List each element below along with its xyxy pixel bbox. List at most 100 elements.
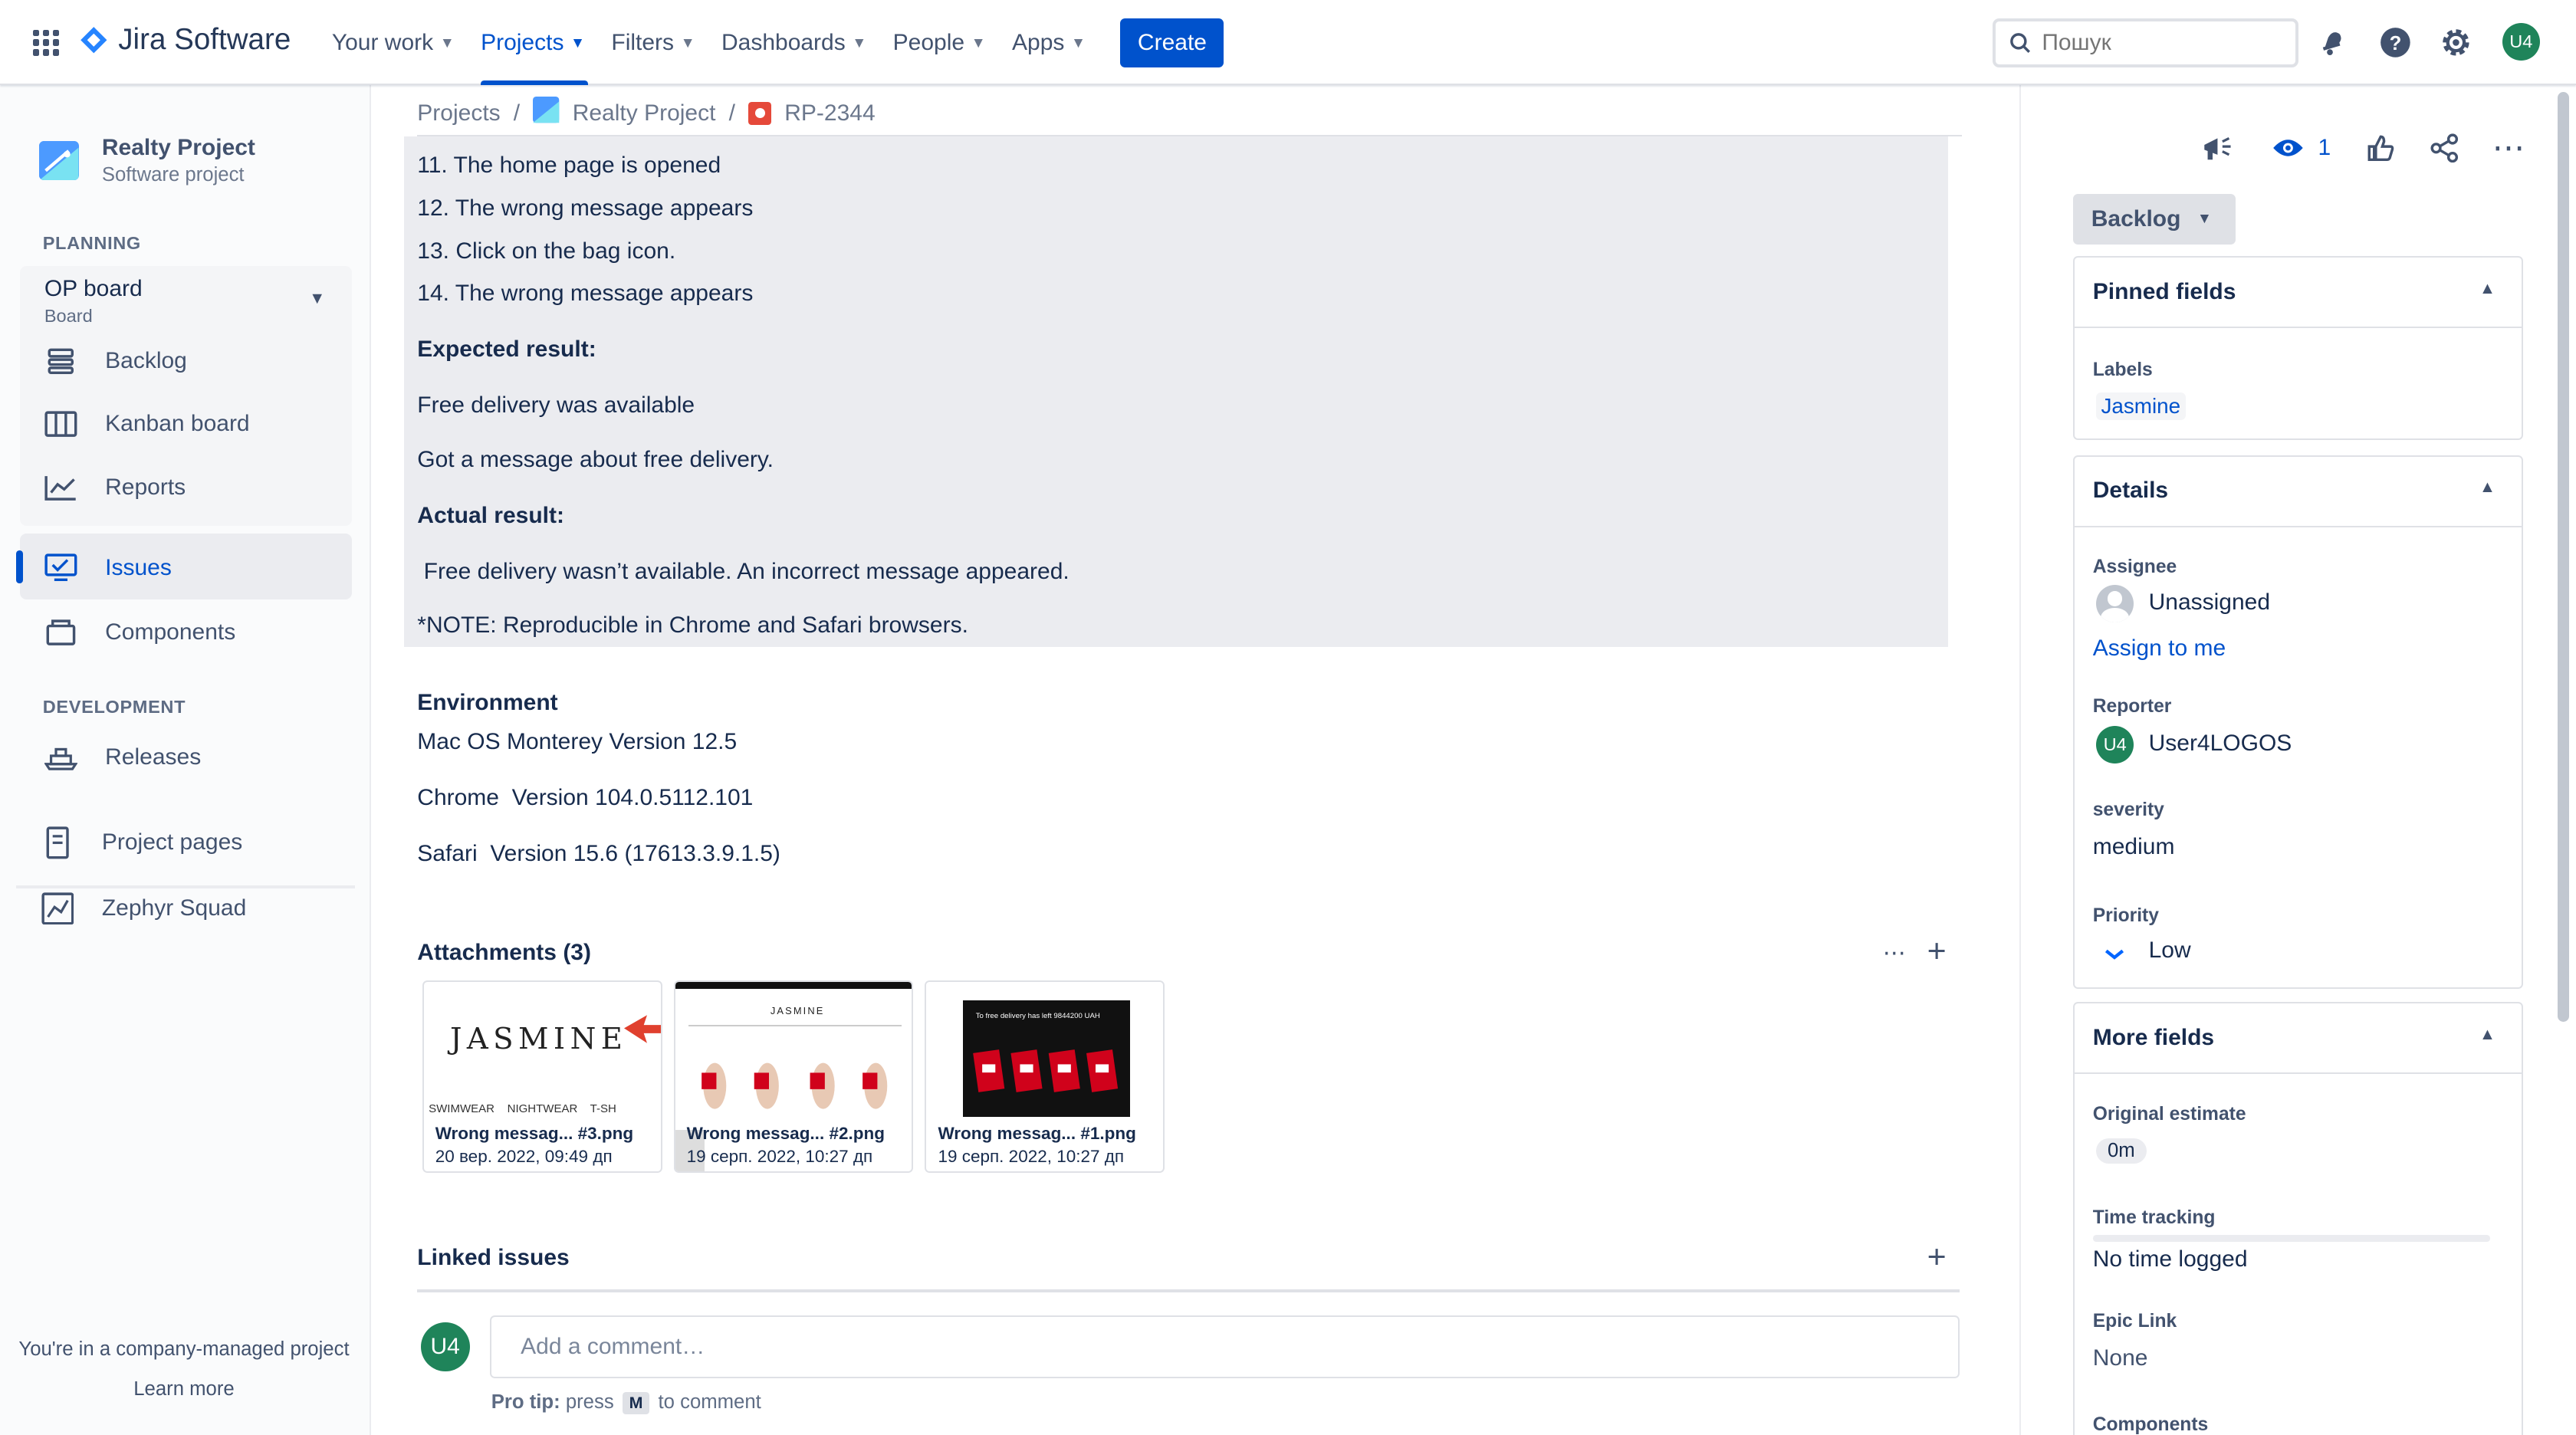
sidebar-item-kanban-board[interactable]: Kanban board [43,404,250,443]
sidebar-item-backlog[interactable]: Backlog [43,342,187,381]
breadcrumb: Projects / Realty Project / RP-2344 [417,97,876,129]
assignee-value[interactable]: Unassigned [2149,589,2270,616]
search-box[interactable] [1993,18,2298,67]
sidebar-item-issues[interactable]: Issues [43,549,172,588]
status-dropdown[interactable]: Backlog ▼ [2073,193,2236,245]
breadcrumb-project[interactable]: Realty Project [573,100,716,126]
share-icon[interactable] [2430,130,2459,166]
severity-value[interactable]: medium [2093,834,2175,860]
breadcrumb-issue-key[interactable]: RP-2344 [784,100,875,126]
details-header[interactable]: Details ▲ [2075,457,2522,527]
more-fields-header[interactable]: More fields ▲ [2075,1003,2522,1075]
priority-low-icon [2103,943,2126,969]
watchers-button[interactable]: 1 [2272,130,2331,166]
chevron-down-icon: ▼ [971,34,986,51]
help-icon[interactable]: ? [2376,23,2415,62]
status-label: Backlog [2091,206,2181,232]
chevron-up-icon[interactable]: ▲ [2479,279,2496,298]
nav-your-work[interactable]: Your work ▼ [319,0,468,85]
sidebar-item-project-pages[interactable]: Project pages [39,823,242,862]
attachment-date: 19 серп. 2022, 10:27 дп [686,1146,873,1166]
original-estimate-label: Original estimate [2092,1103,2246,1125]
nav-projects[interactable]: Projects ▼ [468,0,598,86]
add-comment-input[interactable]: Add a comment… [489,1315,1960,1378]
environment-heading: Environment [417,690,558,715]
sidebar-item-releases[interactable]: Releases [43,737,201,777]
assign-to-me-link[interactable]: Assign to me [2093,635,2226,662]
nav-dashboards[interactable]: Dashboards ▼ [708,0,880,85]
comment-pro-tip: Pro tip: press M to comment [491,1391,761,1415]
sidebar-item-zephyr-squad[interactable]: Zephyr Squad [39,888,246,928]
development-heading: DEVELOPMENT [42,696,186,717]
releases-ship-icon [43,740,79,773]
more-actions-icon[interactable]: ⋯ [1883,940,1907,967]
learn-more-link[interactable]: Learn more [0,1378,368,1401]
board-subtitle: Board [44,305,93,326]
epic-link-value[interactable]: None [2093,1345,2148,1371]
settings-gear-icon[interactable] [2436,23,2476,62]
add-linked-issue-icon[interactable]: + [1927,1239,1947,1276]
project-sidebar: Realty Project Software project PLANNING… [0,85,372,1435]
bug-icon [748,101,772,125]
add-attachment-icon[interactable]: + [1927,933,1947,970]
user-avatar[interactable]: U4 [2502,23,2540,61]
sidebar-item-reports[interactable]: Reports [43,468,186,507]
attachment-thumbnail[interactable]: To free delivery has left 9844200 UAH Wr… [925,980,1165,1174]
issue-side-panel: 1 ⋯ Backlog ▼ Pinned fields ▲ Labels Jas… [2019,85,2576,1435]
project-avatar-icon [39,140,79,181]
components-label: Components [2092,1414,2209,1435]
side-panel-scrollbar[interactable] [2558,92,2570,1022]
linked-issues-heading: Linked issues [417,1245,570,1271]
active-indicator [16,550,23,583]
notifications-icon[interactable] [2313,23,2352,62]
sidebar-item-label: Issues [105,555,172,581]
app-switcher-icon[interactable] [32,29,60,56]
pinned-fields-heading: Pinned fields [2092,279,2236,305]
thumb-logo-text: JASMINE [770,1005,825,1017]
time-tracking-value[interactable]: No time logged [2093,1246,2248,1272]
pro-tip-rest: to comment [658,1391,761,1414]
label-tag[interactable]: Jasmine [2096,392,2186,421]
priority-value[interactable]: Low [2149,938,2191,964]
attachment-preview-image: JASMINE [675,982,912,1172]
pinned-fields-header[interactable]: Pinned fields ▲ [2075,258,2522,329]
search-input[interactable] [2042,29,2272,56]
original-estimate-value[interactable]: 0m [2096,1138,2147,1164]
chevron-down-icon: ▼ [570,34,586,51]
details-panel: Details ▲ Assignee Unassigned Assign to … [2073,455,2524,989]
chevron-down-icon[interactable]: ▼ [309,289,325,308]
description-step: 11. The home page is opened [417,153,721,179]
attachment-thumbnail[interactable]: JASMINE SWIMWEAR NIGHTWEAR T-SH Wrong me… [422,980,662,1174]
linked-issues-divider [417,1289,1960,1293]
issues-icon [43,552,79,585]
expected-result-text: Got a message about free delivery. [417,446,774,472]
attachment-thumbnail[interactable]: JASMINE Wrong messag... #2.png 19 серп. … [673,980,914,1174]
company-managed-note: You're in a company-managed project [18,1338,350,1361]
vote-like-icon[interactable] [2366,130,2396,166]
create-button[interactable]: Create [1120,18,1224,67]
nav-apps[interactable]: Apps ▼ [999,0,1099,85]
jira-logo[interactable]: Jira Software [79,23,291,57]
chevron-up-icon[interactable]: ▲ [2479,1025,2496,1044]
breadcrumb-projects[interactable]: Projects [417,100,500,126]
primary-nav: Your work ▼ Projects ▼ Filters ▼ Dashboards… [319,0,1099,86]
sidebar-item-label: Project pages [101,829,243,855]
project-avatar-icon [533,97,560,129]
thumb-logo-text: JASMINE [449,1021,628,1056]
reporter-value[interactable]: User4LOGOS [2149,731,2292,757]
project-pages-icon [39,826,75,859]
project-name: Realty Project [101,134,255,160]
svg-text:?: ? [2389,33,2401,54]
project-header[interactable]: Realty Project Software project [39,135,255,186]
nav-label: Your work [331,29,434,55]
nav-people[interactable]: People ▼ [880,0,999,85]
sidebar-item-components[interactable]: Components [43,612,235,652]
planning-heading: PLANNING [42,233,141,254]
chevron-up-icon[interactable]: ▲ [2479,478,2496,497]
nav-filters[interactable]: Filters ▼ [598,0,708,85]
environment-os: Mac OS Monterey Version 12.5 [417,729,738,755]
pro-tip-press: press [565,1391,614,1414]
more-fields-panel: More fields ▲ Original estimate 0m Time … [2073,1002,2524,1435]
feedback-megaphone-icon[interactable] [2201,130,2234,166]
more-actions-icon[interactable]: ⋯ [2492,130,2527,166]
